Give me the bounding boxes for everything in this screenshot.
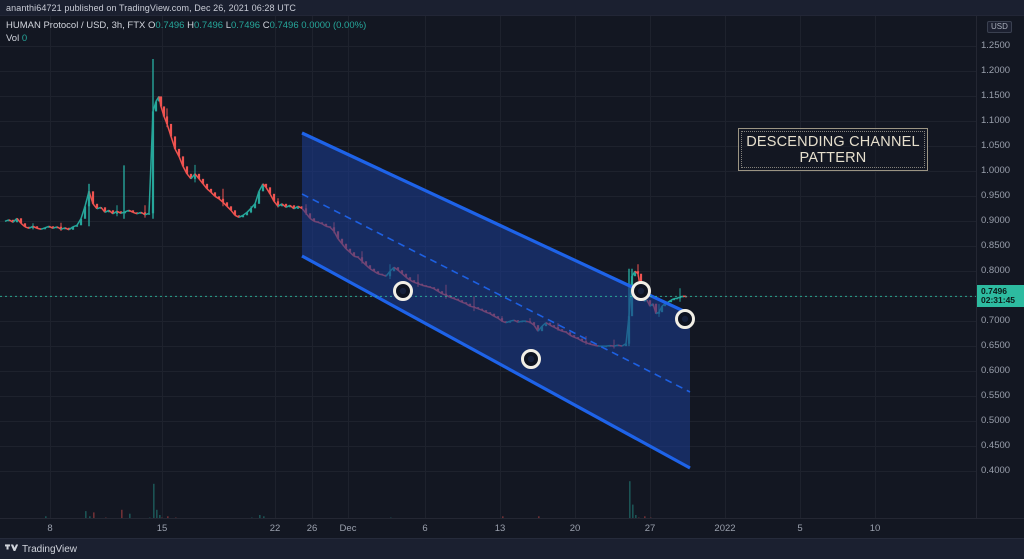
price-tick: 0.4500 (981, 440, 1011, 452)
price-tick: 1.1500 (981, 90, 1011, 102)
time-scale[interactable]: 8 15 22 26 Dec 6 13 20 27 2022 5 10 (0, 518, 1024, 538)
pattern-annotation-inner: DESCENDING CHANNEL PATTERN (741, 131, 925, 168)
time-tick: 5 (797, 523, 803, 534)
time-tick: 20 (569, 523, 581, 534)
time-tick: 10 (869, 523, 881, 534)
tradingview-chart-window: ananthi64721 published on TradingView.co… (0, 0, 1024, 559)
tradingview-mark-icon (5, 543, 18, 551)
price-tick: 0.9000 (981, 215, 1011, 227)
published-text: ananthi64721 published on TradingView.co… (6, 2, 297, 13)
currency-badge: USD (987, 21, 1012, 33)
pattern-annotation-line1: DESCENDING CHANNEL (746, 133, 920, 150)
pattern-annotation-box[interactable]: DESCENDING CHANNEL PATTERN (738, 128, 928, 171)
time-tick: Dec (339, 523, 357, 534)
price-tick: 0.6000 (981, 365, 1011, 377)
drawing-overlay[interactable] (0, 16, 976, 518)
current-price-badge[interactable]: 0.7496 02:31:45 (977, 285, 1024, 308)
price-tick: 1.2500 (981, 40, 1011, 52)
time-tick: 13 (494, 523, 506, 534)
price-tick: 0.5000 (981, 415, 1011, 427)
bar-countdown: 02:31:45 (981, 295, 1016, 306)
tradingview-logo[interactable]: TradingView (0, 544, 77, 555)
price-tick: 1.0500 (981, 140, 1011, 152)
price-tick: 0.5500 (981, 390, 1011, 402)
chart-canvas[interactable] (0, 16, 976, 518)
price-tick: 1.0000 (981, 165, 1011, 177)
price-tick: 0.6500 (981, 340, 1011, 352)
price-tick: 0.8000 (981, 265, 1011, 277)
time-tick: 15 (156, 523, 168, 534)
price-tick: 1.1000 (981, 115, 1011, 127)
tradingview-brand-text: TradingView (22, 543, 78, 555)
footer-bar: TradingView (0, 538, 1024, 559)
pattern-annotation-text: DESCENDING CHANNEL PATTERN (746, 134, 920, 166)
price-tick: 0.4000 (981, 465, 1011, 476)
time-tick: 22 (269, 523, 281, 534)
price-tick: 1.2000 (981, 65, 1011, 77)
time-tick: 26 (306, 523, 318, 534)
time-tick: 27 (644, 523, 656, 534)
time-tick: 2022 (714, 523, 736, 534)
published-bar: ananthi64721 published on TradingView.co… (0, 0, 1024, 16)
price-scale[interactable]: USD 1.2500 1.2000 1.1500 1.1000 1.0500 1.0000… (976, 16, 1024, 518)
pattern-annotation-line2: PATTERN (799, 149, 867, 166)
price-tick: 0.8500 (981, 240, 1011, 252)
price-tick: 0.9500 (981, 190, 1011, 202)
time-tick: 6 (422, 523, 428, 534)
price-tick: 0.7000 (981, 315, 1011, 327)
time-tick: 8 (47, 523, 53, 534)
